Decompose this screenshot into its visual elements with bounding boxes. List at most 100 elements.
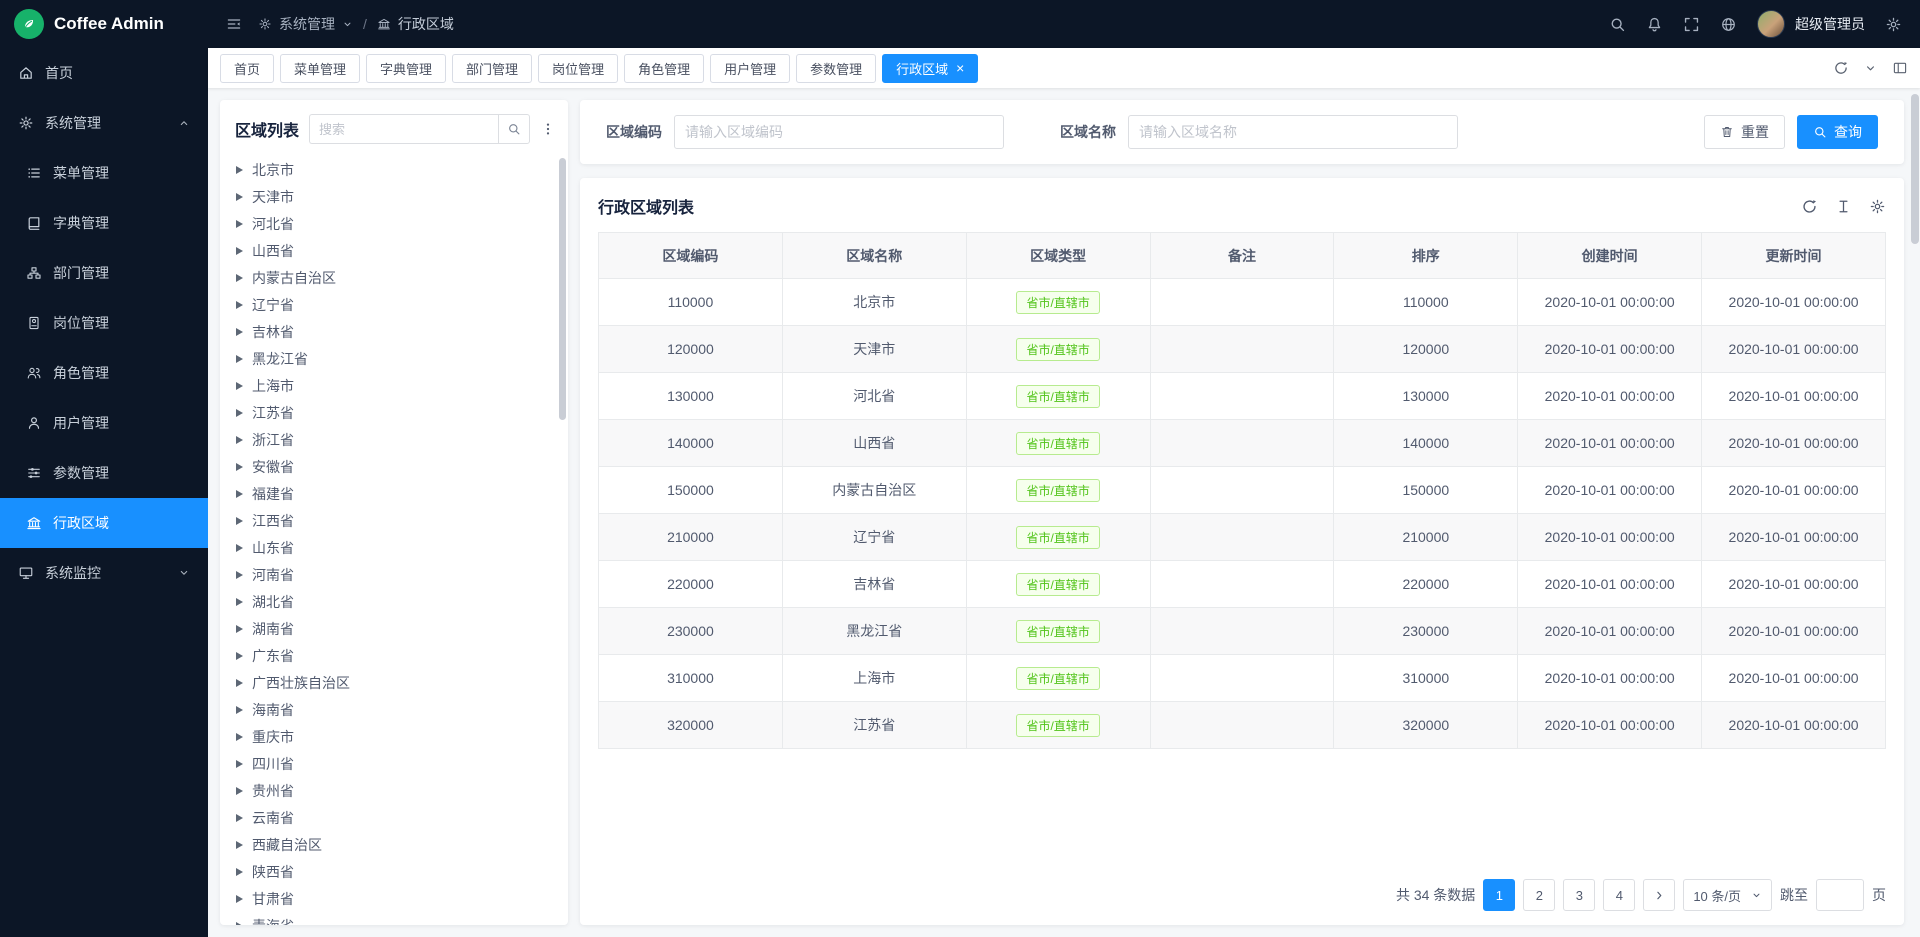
avatar[interactable] [1757,10,1785,38]
table-row[interactable]: 110000 北京市 省市/直辖市 110000 2020-10-01 00:0… [599,279,1886,326]
caret-right-icon[interactable] [236,571,243,579]
translate-icon[interactable] [1720,16,1737,33]
caret-right-icon[interactable] [236,274,243,282]
tab[interactable]: 岗位管理 [538,54,618,83]
tree-item[interactable]: 陕西省 [220,858,568,885]
tree-item[interactable]: 安徽省 [220,453,568,480]
caret-right-icon[interactable] [236,598,243,606]
table-row[interactable]: 120000 天津市 省市/直辖市 120000 2020-10-01 00:0… [599,326,1886,373]
sidebar-item-user[interactable]: 用户管理 [0,398,208,448]
tree-item[interactable]: 西藏自治区 [220,831,568,858]
page-button-current[interactable]: 1 [1483,879,1515,911]
tab-active[interactable]: 行政区域 × [882,54,978,83]
tree-item[interactable]: 天津市 [220,183,568,210]
caret-right-icon[interactable] [236,868,243,876]
table-row[interactable]: 220000 吉林省 省市/直辖市 220000 2020-10-01 00:0… [599,561,1886,608]
tab[interactable]: 菜单管理 [280,54,360,83]
close-icon[interactable]: × [956,61,964,75]
caret-right-icon[interactable] [236,625,243,633]
tree-item[interactable]: 内蒙古自治区 [220,264,568,291]
table-row[interactable]: 140000 山西省 省市/直辖市 140000 2020-10-01 00:0… [599,420,1886,467]
sidebar-item-param[interactable]: 参数管理 [0,448,208,498]
tree-item[interactable]: 甘肃省 [220,885,568,912]
breadcrumb-section[interactable]: 系统管理 [279,14,335,34]
caret-right-icon[interactable] [236,841,243,849]
search-button[interactable]: 查询 [1797,115,1878,149]
refresh-icon[interactable] [1833,60,1849,76]
caret-right-icon[interactable] [236,328,243,336]
sidebar-item-menu[interactable]: 菜单管理 [0,148,208,198]
caret-right-icon[interactable] [236,733,243,741]
tree-item[interactable]: 辽宁省 [220,291,568,318]
page-size-select[interactable]: 10 条/页 [1683,879,1772,911]
tree-item[interactable]: 贵州省 [220,777,568,804]
tree-item[interactable]: 湖北省 [220,588,568,615]
caret-right-icon[interactable] [236,166,243,174]
tree-item[interactable]: 山东省 [220,534,568,561]
tree-scrollbar[interactable] [559,158,566,420]
sidebar-item-region[interactable]: 行政区域 [0,498,208,548]
tree-item[interactable]: 上海市 [220,372,568,399]
caret-right-icon[interactable] [236,895,243,903]
tab[interactable]: 角色管理 [624,54,704,83]
jump-page-input[interactable] [1816,879,1864,911]
gear-icon[interactable] [1869,198,1886,215]
gear-icon[interactable] [1885,16,1902,33]
caret-right-icon[interactable] [236,247,243,255]
sidebar-item-post[interactable]: 岗位管理 [0,298,208,348]
sidebar-group-monitor[interactable]: 系统监控 [0,548,208,598]
caret-right-icon[interactable] [236,544,243,552]
tree-search-input[interactable] [309,114,498,144]
search-icon[interactable] [1609,16,1626,33]
caret-right-icon[interactable] [236,517,243,525]
caret-right-icon[interactable] [236,355,243,363]
tab[interactable]: 部门管理 [452,54,532,83]
page-button[interactable]: 4 [1603,879,1635,911]
tree-item[interactable]: 北京市 [220,156,568,183]
layout-icon[interactable] [1892,60,1908,76]
region-name-input[interactable] [1128,115,1458,149]
sidebar-group-system[interactable]: 系统管理 [0,98,208,148]
tree-item[interactable]: 黑龙江省 [220,345,568,372]
tree-item[interactable]: 江苏省 [220,399,568,426]
caret-right-icon[interactable] [236,814,243,822]
bell-icon[interactable] [1646,16,1663,33]
caret-right-icon[interactable] [236,652,243,660]
sidebar-item-dict[interactable]: 字典管理 [0,198,208,248]
table-row[interactable]: 320000 江苏省 省市/直辖市 320000 2020-10-01 00:0… [599,702,1886,749]
page-button[interactable]: 3 [1563,879,1595,911]
caret-right-icon[interactable] [236,301,243,309]
tree-item[interactable]: 湖南省 [220,615,568,642]
tab[interactable]: 参数管理 [796,54,876,83]
caret-right-icon[interactable] [236,409,243,417]
tree-item[interactable]: 山西省 [220,237,568,264]
table-row[interactable]: 130000 河北省 省市/直辖市 130000 2020-10-01 00:0… [599,373,1886,420]
tree-item[interactable]: 浙江省 [220,426,568,453]
tab[interactable]: 首页 [220,54,274,83]
chevron-down-icon[interactable] [1864,62,1877,75]
caret-right-icon[interactable] [236,760,243,768]
tab[interactable]: 字典管理 [366,54,446,83]
tree-item[interactable]: 云南省 [220,804,568,831]
more-options-button[interactable] [540,121,556,137]
tree-item[interactable]: 吉林省 [220,318,568,345]
tree-item[interactable]: 福建省 [220,480,568,507]
main-scrollbar[interactable] [1911,94,1919,244]
caret-right-icon[interactable] [236,706,243,714]
tree-item[interactable]: 青海省 [220,912,568,925]
caret-right-icon[interactable] [236,220,243,228]
table-row[interactable]: 150000 内蒙古自治区 省市/直辖市 150000 2020-10-01 0… [599,467,1886,514]
tree-item[interactable]: 重庆市 [220,723,568,750]
table-row[interactable]: 210000 辽宁省 省市/直辖市 210000 2020-10-01 00:0… [599,514,1886,561]
tree-item[interactable]: 河北省 [220,210,568,237]
tree-item[interactable]: 广西壮族自治区 [220,669,568,696]
reset-button[interactable]: 重置 [1704,115,1785,149]
next-page-button[interactable] [1643,879,1675,911]
tab[interactable]: 用户管理 [710,54,790,83]
sidebar-item-home[interactable]: 首页 [0,48,208,98]
tree-item[interactable]: 江西省 [220,507,568,534]
refresh-icon[interactable] [1801,198,1818,215]
user-name[interactable]: 超级管理员 [1795,14,1865,34]
sidebar-item-role[interactable]: 角色管理 [0,348,208,398]
caret-right-icon[interactable] [236,490,243,498]
